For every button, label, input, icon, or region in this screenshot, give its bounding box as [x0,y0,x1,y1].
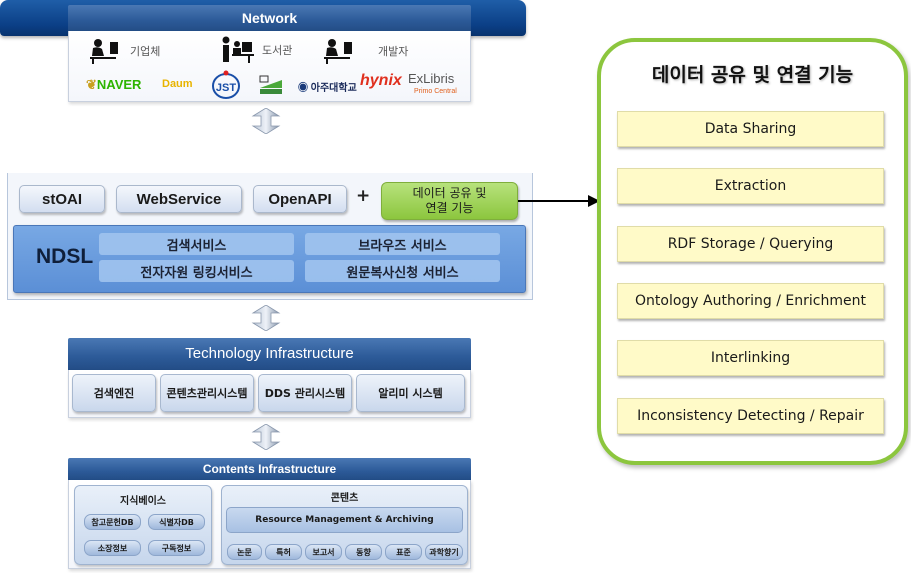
librarian-icon [222,36,254,63]
share-button-line1: 데이터 공유 및 [412,186,487,200]
content-item-reports[interactable]: 보고서 [305,544,342,560]
holdings-info-item[interactable]: 소장정보 [84,540,141,556]
ndsl-label: NDSL [36,245,94,268]
contents-infrastructure-header: Contents Infrastructure [68,458,471,480]
connector-arrow-icon [518,195,600,207]
function-ontology-authoring[interactable]: Ontology Authoring / Enrichment [617,283,884,319]
webservice-button[interactable]: WebService [116,185,242,213]
hynix-logo: hynix [360,72,402,89]
reference-db-item[interactable]: 참고문헌DB [84,514,141,530]
institute-icon [259,75,282,94]
document-delivery-service[interactable]: 원문복사신청 서비스 [305,260,500,282]
content-management-system-item[interactable]: 콘텐츠관리시스템 [160,374,254,412]
function-rdf-storage-querying[interactable]: RDF Storage / Querying [617,226,884,262]
knowledge-base-title: 지식베이스 [120,496,166,507]
search-service[interactable]: 검색서비스 [99,233,294,255]
data-sharing-linking-title: 데이터 공유 및 연결 기능 [651,64,854,86]
function-extraction[interactable]: Extraction [617,168,884,204]
persona-developer: 개발자 [322,38,408,64]
stoai-button[interactable]: stOAI [19,185,105,213]
content-item-trends[interactable]: 동향 [345,544,382,560]
persona-company: 기업체 [88,38,160,64]
share-button-line2: 연결 기능 [425,201,474,215]
function-data-sharing[interactable]: Data Sharing [617,111,884,147]
daum-logo: Daum [162,78,193,90]
subscription-info-item[interactable]: 구독정보 [148,540,205,556]
network-header: Network [68,5,471,31]
e-resource-linking-service[interactable]: 전자자원 링킹서비스 [99,260,294,282]
svg-text:JST: JST [216,82,236,94]
persona-label: 도서관 [262,44,293,57]
persona-library: 도서관 [220,36,292,64]
ajou-emblem-icon: ◉ [298,83,308,94]
jst-icon: JST [212,70,240,99]
identifier-db-item[interactable]: 식별자DB [148,514,205,530]
openapi-button[interactable]: OpenAPI [253,185,347,213]
search-engine-item[interactable]: 검색엔진 [72,374,156,412]
naver-logo: ❦NAVER [86,77,142,92]
bidirectional-arrow-icon [251,108,281,134]
content-item-papers[interactable]: 논문 [227,544,262,560]
notification-system-item[interactable]: 알리미 시스템 [356,374,465,412]
content-item-standards[interactable]: 표준 [385,544,422,560]
persona-label: 개발자 [378,45,409,58]
technology-infrastructure-header: Technology Infrastructure [68,338,471,370]
jst-logo: JST [210,70,242,103]
exlibris-logo: ExLibris Primo Central [408,71,457,95]
function-interlinking[interactable]: Interlinking [617,340,884,376]
data-sharing-linking-button[interactable]: 데이터 공유 및 연결 기능 [381,182,518,220]
browse-service[interactable]: 브라우즈 서비스 [305,233,500,255]
bidirectional-arrow-icon [251,305,281,331]
resource-management-archiving-bar[interactable]: Resource Management & Archiving [226,507,463,533]
developer-icon [324,39,352,64]
office-worker-icon [90,39,118,64]
naver-leaf-icon: ❦ [86,77,97,92]
institute-logo [258,74,284,99]
dds-management-system-item[interactable]: DDS 관리시스템 [258,374,352,412]
function-inconsistency-repair[interactable]: Inconsistency Detecting / Repair [617,398,884,434]
persona-label: 기업체 [130,45,161,58]
ajou-logo: ◉ 아주대학교 [298,83,357,94]
content-item-patents[interactable]: 특허 [265,544,302,560]
content-item-science-scent[interactable]: 과학향기 [425,544,463,560]
plus-sign: + [356,186,371,206]
bidirectional-arrow-icon [251,424,281,450]
contents-title: 콘텐츠 [330,493,359,504]
